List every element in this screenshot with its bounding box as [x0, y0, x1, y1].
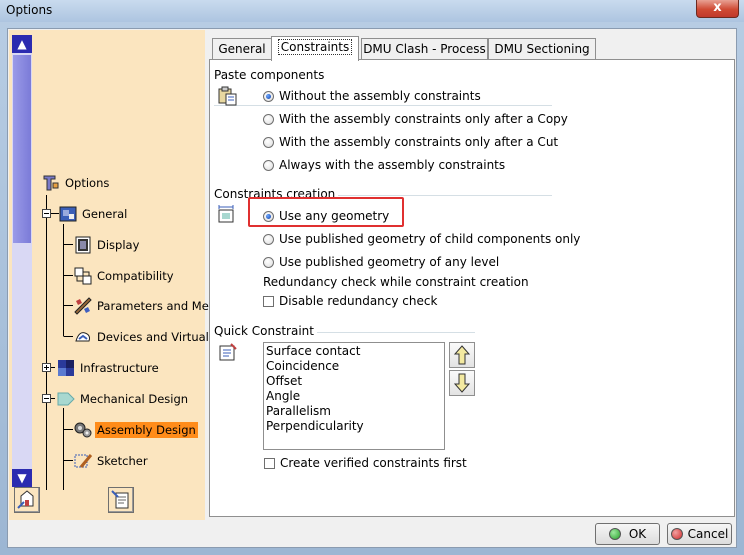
options-dialog: Options x ▲ ▼ Options General Display Co… — [0, 0, 744, 555]
tree-export-button[interactable] — [108, 487, 134, 513]
infrastructure-icon — [56, 358, 76, 378]
quick-constraint-label: Quick Constraint — [214, 324, 317, 338]
radio-without-constraints[interactable]: Without the assembly constraints — [263, 89, 481, 103]
general-icon — [58, 204, 78, 224]
radio-label: Use published geometry of child componen… — [279, 232, 581, 246]
arrow-down-icon — [450, 373, 474, 398]
list-item[interactable]: Parallelism — [266, 404, 442, 419]
quick-constraint-listbox[interactable]: Surface contact Coincidence Offset Angle… — [263, 342, 445, 450]
cancel-label: Cancel — [687, 527, 729, 541]
tree-item-label: Display — [97, 238, 140, 252]
tree-item-devices[interactable]: Devices and Virtual R — [73, 326, 223, 348]
window-title: Options — [6, 3, 53, 17]
move-up-button[interactable] — [449, 342, 475, 368]
radio-button[interactable] — [263, 90, 274, 102]
group-divider — [214, 105, 552, 106]
tree-item-label: Compatibility — [97, 269, 174, 283]
tree-item-label: Infrastructure — [80, 361, 159, 375]
radio-use-any-geometry[interactable]: Use any geometry — [263, 209, 389, 223]
list-item[interactable]: Perpendicularity — [266, 419, 442, 434]
assembly-design-icon — [73, 420, 93, 440]
radio-always-with-constraints[interactable]: Always with the assembly constraints — [263, 158, 505, 172]
tree-item-label: Sketcher — [97, 454, 148, 468]
radio-button[interactable] — [263, 159, 274, 171]
radio-label: With the assembly constraints only after… — [279, 135, 559, 149]
radio-published-any-level[interactable]: Use published geometry of any level — [263, 255, 499, 269]
options-tree: ▲ ▼ Options General Display Compatibilit… — [9, 30, 222, 520]
tree-item-label: General — [82, 207, 128, 221]
tree-item-display[interactable]: Display — [73, 234, 141, 256]
cancel-button[interactable]: Cancel — [667, 523, 732, 545]
tree-item-assembly-design[interactable]: Assembly Design — [73, 419, 198, 441]
tree-item-mechanical-design[interactable]: Mechanical Design — [56, 388, 190, 410]
tree-import-button[interactable] — [14, 487, 40, 513]
mechanical-design-icon — [56, 389, 76, 409]
tree-item-options[interactable]: Options — [41, 172, 111, 194]
tree-item-label: Mechanical Design — [80, 392, 189, 406]
tree-item-infrastructure[interactable]: Infrastructure — [56, 357, 161, 379]
create-verified-checkbox[interactable]: Create verified constraints first — [264, 456, 467, 470]
tree-item-label: Options — [65, 176, 110, 190]
cancel-icon — [670, 528, 683, 540]
checkbox-label: Disable redundancy check — [279, 294, 438, 308]
list-item[interactable]: Surface contact — [266, 344, 442, 359]
radio-button[interactable] — [263, 233, 274, 245]
tree-item-label: Assembly Design — [95, 422, 198, 438]
radio-label: Use any geometry — [279, 209, 390, 223]
tab-dmu-clash-process[interactable]: DMU Clash - Process — [361, 38, 488, 60]
tree-item-label: Devices and Virtual R — [97, 330, 221, 344]
paste-icon — [217, 85, 239, 107]
dialog-client: ▲ ▼ Options General Display Compatibilit… — [7, 28, 737, 548]
checkbox[interactable] — [264, 457, 275, 469]
constraints-tab-panel: Paste components Without the assembly co… — [209, 59, 735, 517]
import-settings-icon — [15, 490, 39, 515]
quick-constraint-icon — [217, 342, 239, 364]
list-item[interactable]: Angle — [266, 389, 442, 404]
ok-button[interactable]: OK — [595, 523, 660, 545]
tab-dmu-sectioning[interactable]: DMU Sectioning — [488, 38, 596, 60]
radio-button[interactable] — [263, 210, 274, 222]
tree-item-general[interactable]: General — [58, 203, 129, 225]
parameters-icon — [73, 296, 93, 316]
title-bar[interactable]: Options x — [0, 0, 744, 22]
ok-icon — [608, 528, 621, 540]
options-icon — [41, 173, 61, 193]
checkbox-label: Create verified constraints first — [280, 456, 467, 470]
radio-button[interactable] — [263, 113, 274, 125]
radio-label: Always with the assembly constraints — [279, 158, 506, 172]
compatibility-icon — [73, 266, 93, 286]
display-icon — [73, 235, 93, 255]
radio-label: Without the assembly constraints — [279, 89, 481, 103]
move-down-button[interactable] — [449, 370, 475, 396]
sketcher-icon — [73, 451, 93, 471]
options-content: General Constraints DMU Clash - Process … — [205, 29, 737, 524]
radio-with-constraints-copy[interactable]: With the assembly constraints only after… — [263, 112, 568, 126]
paste-components-label: Paste components — [214, 68, 328, 82]
export-settings-icon — [109, 490, 133, 515]
tree-item-sketcher[interactable]: Sketcher — [73, 450, 150, 472]
disable-redundancy-checkbox[interactable]: Disable redundancy check — [263, 294, 437, 308]
checkbox[interactable] — [263, 295, 274, 307]
tree-item-parameters[interactable]: Parameters and Meas — [73, 295, 224, 317]
tab-constraints[interactable]: Constraints — [271, 36, 359, 61]
list-item[interactable]: Coincidence — [266, 359, 442, 374]
redundancy-check-label: Redundancy check while constraint creati… — [263, 275, 529, 289]
ok-label: OK — [628, 527, 647, 541]
tree-item-compatibility[interactable]: Compatibility — [73, 265, 176, 287]
devices-icon — [73, 327, 93, 347]
radio-with-constraints-cut[interactable]: With the assembly constraints only after… — [263, 135, 558, 149]
radio-button[interactable] — [263, 256, 274, 268]
radio-published-child-only[interactable]: Use published geometry of child componen… — [263, 232, 580, 246]
radio-label: With the assembly constraints only after… — [279, 112, 568, 126]
radio-button[interactable] — [263, 136, 274, 148]
tab-general[interactable]: General — [212, 38, 272, 60]
radio-label: Use published geometry of any level — [279, 255, 500, 269]
list-item[interactable]: Offset — [266, 374, 442, 389]
arrow-up-icon — [450, 345, 474, 370]
close-button[interactable]: x — [696, 0, 739, 18]
constraint-geometry-icon — [216, 204, 238, 226]
